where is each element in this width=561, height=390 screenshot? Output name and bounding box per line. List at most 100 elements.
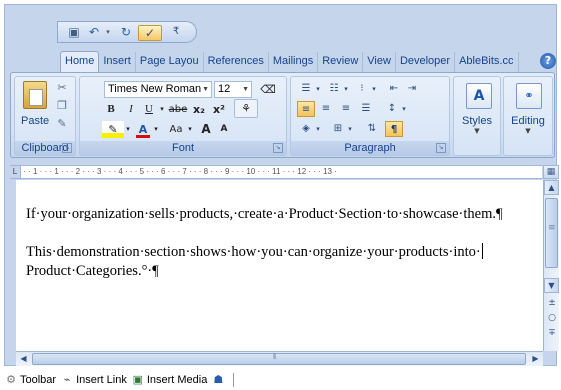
paragraph-group-label: Paragraph	[291, 141, 449, 155]
show-formatting-button[interactable]: ¶	[385, 121, 403, 137]
font-group: Times New Roman ▼ 12 ▼ ⌫ B I U ▾ abe x₂ …	[79, 76, 287, 156]
increase-indent-icon[interactable]: ⇥	[403, 81, 421, 97]
font-launcher-icon[interactable]: ↘	[273, 143, 283, 153]
toolbar-label: Toolbar	[20, 374, 57, 386]
change-case-dropdown-icon[interactable]: ▾	[186, 121, 194, 138]
insert-media-label: Insert Media	[146, 374, 208, 386]
font-name-combo[interactable]: Times New Roman ▼	[104, 81, 212, 98]
document-paragraph-2-line-2: Product·Categories.°·¶	[26, 263, 159, 279]
chevron-down-icon: ▼	[525, 127, 531, 135]
styles-icon: A	[466, 83, 492, 109]
tab-page-layout[interactable]: Page Layou	[136, 52, 204, 73]
multilevel-dropdown-icon[interactable]: ▾	[369, 81, 379, 97]
editing-label: Editing	[511, 115, 545, 127]
line-spacing-dropdown-icon[interactable]: ▾	[399, 101, 409, 117]
insert-link-label: Insert Link	[76, 374, 127, 386]
clipboard-launcher-icon[interactable]: ↘	[62, 143, 72, 153]
scroll-left-icon[interactable]: ◀	[16, 352, 31, 366]
paste-button[interactable]: Paste	[21, 115, 49, 127]
document-area[interactable]: If·your·organization·sells·products,·cre…	[16, 180, 543, 351]
scroll-up-icon[interactable]: ▲	[544, 180, 559, 195]
strikethrough-button[interactable]: abe	[168, 101, 188, 118]
grow-font-button[interactable]: A	[198, 121, 214, 138]
vertical-scrollbar[interactable]: ▲ ▼ ± ○ ∓	[543, 180, 559, 351]
styles-label: Styles	[462, 115, 492, 127]
tab-references[interactable]: References	[204, 52, 269, 73]
link-icon: ⌁	[63, 374, 71, 386]
save-icon[interactable]: ▣	[66, 25, 82, 39]
bullets-dropdown-icon[interactable]: ▾	[313, 81, 323, 97]
underline-dropdown-icon[interactable]: ▾	[158, 101, 166, 118]
ribbon-tabs: Home Insert Page Layou References Mailin…	[60, 51, 519, 74]
insert-link-button[interactable]: ⌁ Insert Link	[60, 373, 127, 387]
vertical-scroll-thumb[interactable]	[545, 198, 558, 268]
shrink-font-button[interactable]: A	[216, 121, 232, 138]
subscript-button[interactable]: x₂	[190, 101, 208, 118]
sort-icon[interactable]: ⇅	[363, 121, 381, 137]
paragraph-group: ☰ ▾ ☷ ▾ ⁝ ▾ ⇤ ⇥ ≡ ≡ ≡ ☰ ↕ ▾ ◈ ▾ ⊞ ▾ ⇅ ¶ …	[290, 76, 450, 156]
binoculars-icon: ⚭	[516, 83, 542, 109]
font-size-value: 12	[218, 83, 231, 95]
tab-ablebits[interactable]: AbleBits.cc	[455, 52, 519, 73]
paragraph-2-text: This·demonstration·section·shows·how·you…	[26, 244, 481, 260]
superscript-button[interactable]: x²	[210, 101, 228, 118]
styles-group[interactable]: A Styles ▼	[453, 76, 501, 156]
align-left-icon[interactable]: ≡	[297, 101, 315, 117]
next-page-icon[interactable]: ∓	[546, 327, 558, 339]
shading-dropdown-icon[interactable]: ▾	[313, 121, 323, 137]
tab-review[interactable]: Review	[318, 52, 364, 73]
highlight-color-icon[interactable]: ✎	[102, 121, 124, 138]
text-caret	[481, 243, 483, 259]
tab-developer[interactable]: Developer	[396, 52, 456, 73]
paragraph-launcher-icon[interactable]: ↘	[436, 143, 446, 153]
bottom-toolbar: ⚙ Toolbar ⌁ Insert Link ▣ Insert Media ☗	[4, 370, 235, 390]
editing-group[interactable]: ⚭ Editing ▼	[503, 76, 553, 156]
align-right-icon[interactable]: ≡	[337, 101, 355, 117]
toolbar-button[interactable]: ⚙ Toolbar	[4, 373, 56, 387]
tab-home[interactable]: Home	[60, 51, 100, 74]
help-icon[interactable]: ?	[540, 53, 556, 69]
text-effects-icon[interactable]: ⚘	[234, 99, 258, 118]
previous-page-icon[interactable]: ±	[546, 297, 558, 309]
customize-qat-icon[interactable]: ₹	[168, 25, 184, 39]
editor-window: ▣ ↶ ▾ ↻ ✓ ₹ Home Insert Page Layou Refer…	[4, 4, 559, 366]
decrease-indent-icon[interactable]: ⇤	[385, 81, 403, 97]
horizontal-scroll-thumb[interactable]	[32, 352, 526, 365]
bold-button[interactable]: B	[104, 101, 118, 118]
change-case-button[interactable]: Aa	[166, 121, 186, 138]
insert-media-button[interactable]: ▣ Insert Media	[131, 373, 208, 387]
tab-view[interactable]: View	[363, 52, 396, 73]
view-ruler-icon[interactable]: ▦	[543, 165, 559, 179]
chevron-down-icon: ▼	[202, 86, 209, 93]
document-paragraph-2-line-1: This·demonstration·section·shows·how·you…	[26, 243, 483, 262]
users-icon[interactable]: ☗	[211, 373, 225, 387]
justify-icon[interactable]: ☰	[357, 101, 375, 117]
numbering-dropdown-icon[interactable]: ▾	[341, 81, 351, 97]
image-icon: ▣	[132, 374, 144, 386]
align-center-icon[interactable]: ≡	[317, 101, 335, 117]
highlight-dropdown-icon[interactable]: ▾	[124, 121, 132, 138]
copy-icon[interactable]: ❐	[55, 99, 69, 113]
tab-mailings[interactable]: Mailings	[269, 52, 319, 73]
underline-button[interactable]: U	[142, 101, 156, 118]
font-color-dropdown-icon[interactable]: ▾	[152, 121, 160, 138]
select-browse-object-icon[interactable]: ○	[546, 312, 558, 324]
undo-dropdown-icon[interactable]: ▾	[100, 25, 116, 39]
tab-insert[interactable]: Insert	[99, 52, 136, 73]
horizontal-scrollbar[interactable]: ◀ ▶	[16, 351, 543, 366]
font-color-button[interactable]: A	[136, 121, 150, 138]
tab-selector-icon[interactable]: L	[10, 166, 21, 178]
italic-button[interactable]: I	[124, 101, 138, 118]
spelling-icon[interactable]: ✓	[138, 25, 162, 41]
borders-dropdown-icon[interactable]: ▾	[345, 121, 355, 137]
font-size-combo[interactable]: 12 ▼	[214, 81, 252, 98]
format-painter-icon[interactable]: ✎	[55, 117, 69, 131]
paste-icon[interactable]	[23, 81, 47, 109]
scroll-down-icon[interactable]: ▼	[544, 278, 559, 293]
scroll-right-icon[interactable]: ▶	[528, 352, 543, 366]
cut-icon[interactable]: ✂	[55, 81, 69, 95]
chevron-down-icon: ▼	[474, 127, 480, 135]
redo-icon[interactable]: ↻	[118, 25, 134, 39]
clear-formatting-icon[interactable]: ⌫	[256, 81, 280, 98]
horizontal-ruler[interactable]: L · · 1 · · · 1 · · · 2 · · · 3 · · · 4 …	[10, 165, 542, 179]
